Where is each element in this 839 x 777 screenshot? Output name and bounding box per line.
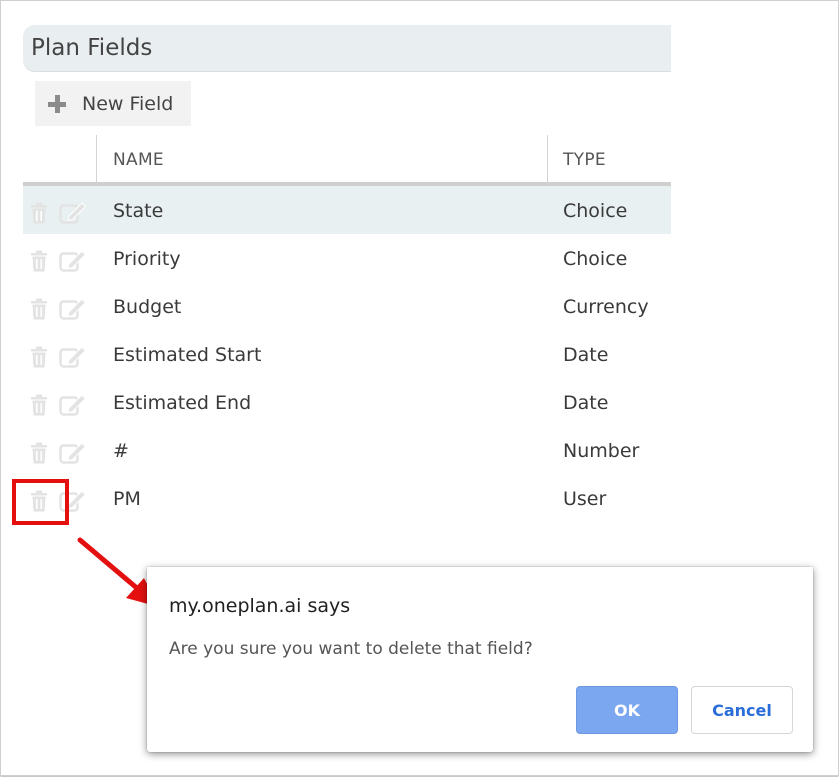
field-name: State [113, 200, 164, 222]
page-title: Plan Fields [31, 35, 153, 61]
edit-icon[interactable] [59, 442, 87, 464]
table-row[interactable]: Estimated End Date [23, 378, 671, 426]
table-row[interactable]: Estimated Start Date [23, 330, 671, 378]
dialog-message: Are you sure you want to delete that fie… [169, 639, 533, 659]
new-field-label: New Field [82, 92, 174, 115]
trash-icon[interactable] [29, 250, 49, 272]
table-row[interactable]: # Number [23, 426, 671, 474]
field-type: User [563, 488, 607, 510]
field-name: Estimated Start [113, 344, 262, 366]
new-field-button[interactable]: New Field [35, 81, 191, 126]
field-name: Estimated End [113, 392, 252, 414]
trash-icon[interactable] [29, 346, 49, 368]
edit-icon[interactable] [59, 394, 87, 416]
field-name: Budget [113, 296, 182, 318]
trash-icon[interactable] [29, 202, 49, 224]
column-divider [547, 135, 548, 182]
trash-icon[interactable] [29, 442, 49, 464]
column-divider [96, 135, 97, 182]
field-name: PM [113, 488, 141, 510]
field-type: Choice [563, 200, 628, 222]
field-name: Priority [113, 248, 181, 270]
field-type: Choice [563, 248, 628, 270]
field-name: # [113, 440, 129, 462]
edit-icon[interactable] [59, 250, 87, 272]
table-row[interactable]: Priority Choice [23, 234, 671, 282]
field-type: Date [563, 392, 609, 414]
ok-button[interactable]: OK [576, 686, 678, 734]
trash-icon[interactable] [29, 394, 49, 416]
table-row[interactable]: PM User [23, 474, 671, 522]
table-header: NAME TYPE [23, 135, 671, 186]
dialog-title: my.oneplan.ai says [169, 595, 351, 617]
annotation-highlight-box [12, 479, 69, 525]
field-type: Date [563, 344, 609, 366]
column-header-type[interactable]: TYPE [563, 150, 606, 170]
table-row[interactable]: Budget Currency [23, 282, 671, 330]
window-frame: Plan Fields New Field NAME TYPE State Ch… [0, 0, 839, 776]
column-header-name[interactable]: NAME [113, 150, 164, 170]
confirm-dialog: my.oneplan.ai says Are you sure you want… [147, 567, 813, 752]
fields-table-body: State Choice Priority Choice Budget Curr… [23, 186, 671, 522]
field-type: Number [563, 440, 640, 462]
edit-icon[interactable] [59, 202, 87, 224]
edit-icon[interactable] [59, 346, 87, 368]
field-type: Currency [563, 296, 649, 318]
edit-icon[interactable] [59, 298, 87, 320]
table-row[interactable]: State Choice [23, 186, 671, 234]
cancel-button[interactable]: Cancel [691, 686, 793, 734]
trash-icon[interactable] [29, 298, 49, 320]
section-header: Plan Fields [23, 25, 671, 72]
plus-icon [47, 94, 67, 114]
